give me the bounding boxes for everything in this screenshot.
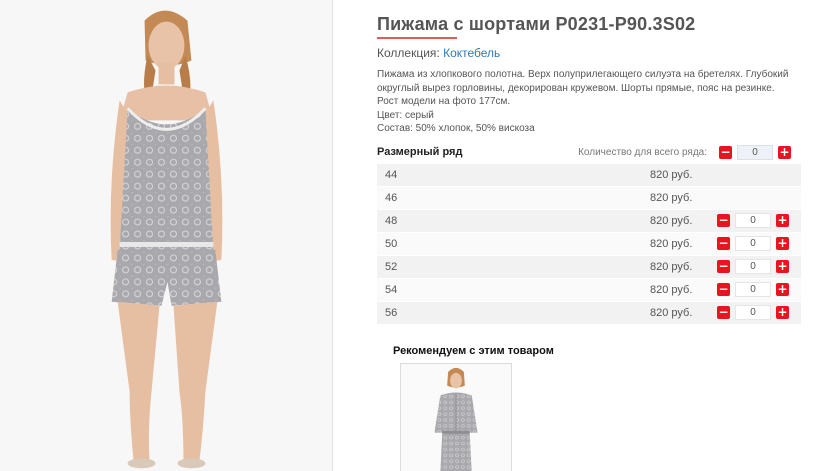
qty-input[interactable] (735, 282, 771, 297)
recommended-product-card[interactable] (400, 363, 512, 471)
size-value: 48 (385, 215, 398, 227)
price-value: 820 руб. (650, 192, 693, 204)
price-value: 820 руб. (650, 215, 693, 227)
qty-input[interactable] (735, 213, 771, 228)
size-value: 50 (385, 238, 398, 250)
product-color: Цвет: серый (377, 109, 434, 121)
plus-icon[interactable]: + (776, 214, 789, 227)
recommended-product-image (434, 367, 478, 471)
size-value: 56 (385, 307, 398, 319)
qty-stepper: − + (717, 282, 789, 298)
price-value: 820 руб. (650, 284, 693, 296)
recommend-title: Рекомендуем с этим товаром (393, 345, 554, 357)
product-photo[interactable] (0, 0, 333, 471)
minus-icon[interactable]: − (717, 283, 730, 296)
size-table: 44 820 руб. 46 820 руб. 48 820 руб. − + … (377, 164, 801, 325)
size-table-header: Размерный ряд Количество для всего ряда:… (377, 144, 801, 162)
plus-icon[interactable]: + (776, 237, 789, 250)
minus-icon[interactable]: − (717, 214, 730, 227)
price-value: 820 руб. (650, 261, 693, 273)
qty-stepper: − + (717, 213, 789, 229)
qty-stepper: − + (717, 259, 789, 275)
model-illustration (110, 10, 223, 469)
qty-stepper: − + (717, 305, 789, 321)
collection-line: Коллекция: Коктебель (377, 46, 500, 60)
model-height: Рост модели на фото 177см. (377, 96, 511, 107)
minus-icon[interactable]: − (717, 306, 730, 319)
title-underline (377, 37, 457, 39)
size-value: 46 (385, 192, 398, 204)
table-row: 54 820 руб. − + (377, 279, 801, 302)
minus-icon[interactable]: − (719, 146, 732, 159)
collection-link[interactable]: Коктебель (443, 46, 500, 60)
qty-input[interactable] (735, 259, 771, 274)
size-range-label: Размерный ряд (377, 146, 463, 158)
table-row: 56 820 руб. − + (377, 302, 801, 325)
description-text: Пижама из хлопкового полотна. Верх полуп… (377, 69, 789, 94)
minus-icon[interactable]: − (717, 260, 730, 273)
qty-all-stepper: − + (719, 145, 791, 161)
price-value: 820 руб. (650, 307, 693, 319)
product-title: Пижама с шортами P0231-P90.3S02 (377, 14, 696, 34)
product-description: Пижама из хлопкового полотна. Верх полуп… (377, 68, 797, 136)
table-row: 46 820 руб. (377, 187, 801, 210)
qty-input[interactable] (735, 305, 771, 320)
table-row: 52 820 руб. − + (377, 256, 801, 279)
table-row: 48 820 руб. − + (377, 210, 801, 233)
qty-stepper: − + (717, 236, 789, 252)
product-composition: Состав: 50% хлопок, 50% вискоза (377, 123, 535, 134)
size-value: 52 (385, 261, 398, 273)
size-value: 44 (385, 169, 398, 181)
qty-input[interactable] (735, 236, 771, 251)
qty-all-label: Количество для всего ряда: (578, 147, 707, 158)
table-row: 50 820 руб. − + (377, 233, 801, 256)
collection-label: Коллекция: (377, 46, 440, 60)
plus-icon[interactable]: + (776, 283, 789, 296)
minus-icon[interactable]: − (717, 237, 730, 250)
plus-icon[interactable]: + (778, 146, 791, 159)
price-value: 820 руб. (650, 238, 693, 250)
size-value: 54 (385, 284, 398, 296)
plus-icon[interactable]: + (776, 260, 789, 273)
plus-icon[interactable]: + (776, 306, 789, 319)
price-value: 820 руб. (650, 169, 693, 181)
qty-all-input[interactable] (737, 145, 773, 160)
table-row: 44 820 руб. (377, 164, 801, 187)
